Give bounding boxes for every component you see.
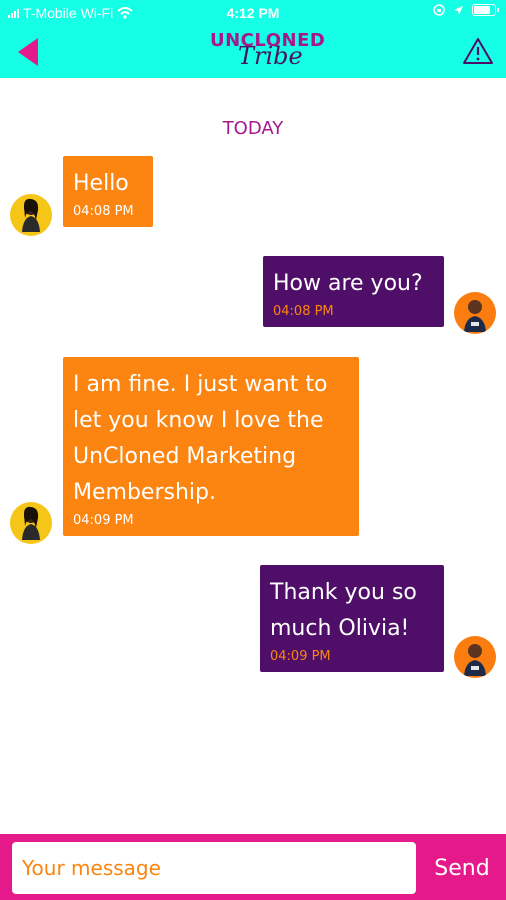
app-header: T-Mobile Wi-Fi 4:12 PM UNCLONED Tribe bbox=[0, 0, 506, 78]
battery-level-fill bbox=[474, 6, 490, 14]
person-silhouette-icon bbox=[22, 506, 40, 540]
message-time: 04:08 PM bbox=[73, 204, 134, 219]
message-text: Thank you so much Olivia! bbox=[270, 580, 417, 641]
send-button[interactable]: Send bbox=[424, 842, 500, 894]
battery-icon bbox=[472, 4, 499, 16]
message-input[interactable] bbox=[12, 842, 416, 894]
message-time: 04:09 PM bbox=[270, 649, 331, 664]
message-time: 04:08 PM bbox=[273, 304, 334, 319]
man-avatar[interactable] bbox=[454, 636, 496, 678]
message-bubble-incoming[interactable]: I am fine. I just want to let you know I… bbox=[63, 357, 359, 536]
olivia-avatar[interactable] bbox=[10, 502, 52, 544]
message-bubble-outgoing[interactable]: How are you? 04:08 PM bbox=[263, 256, 444, 327]
message-composer: Send bbox=[0, 834, 506, 900]
message-time: 04:09 PM bbox=[73, 513, 134, 528]
status-indicators bbox=[433, 4, 499, 16]
person-silhouette-icon bbox=[464, 644, 486, 676]
location-icon bbox=[454, 5, 463, 15]
message-text: Hello bbox=[73, 171, 129, 196]
orientation-lock-icon bbox=[433, 4, 445, 16]
warning-icon[interactable] bbox=[462, 36, 494, 66]
person-silhouette-icon bbox=[464, 300, 486, 332]
uncloned-tribe-logo: UNCLONED Tribe bbox=[200, 26, 325, 72]
message-text: I am fine. I just want to let you know I… bbox=[73, 372, 328, 505]
message-bubble-outgoing[interactable]: Thank you so much Olivia! 04:09 PM bbox=[260, 565, 444, 672]
person-silhouette-icon bbox=[22, 198, 40, 232]
status-bar: T-Mobile Wi-Fi 4:12 PM bbox=[0, 0, 506, 24]
message-bubble-incoming[interactable]: Hello 04:08 PM bbox=[63, 156, 153, 227]
olivia-avatar[interactable] bbox=[10, 194, 52, 236]
logo-bottom-text: Tribe bbox=[238, 42, 303, 70]
status-time: 4:12 PM bbox=[226, 5, 280, 21]
message-text: How are you? bbox=[273, 271, 423, 296]
man-avatar[interactable] bbox=[454, 292, 496, 334]
back-arrow-icon[interactable] bbox=[14, 36, 42, 68]
day-separator: TODAY bbox=[222, 118, 284, 139]
